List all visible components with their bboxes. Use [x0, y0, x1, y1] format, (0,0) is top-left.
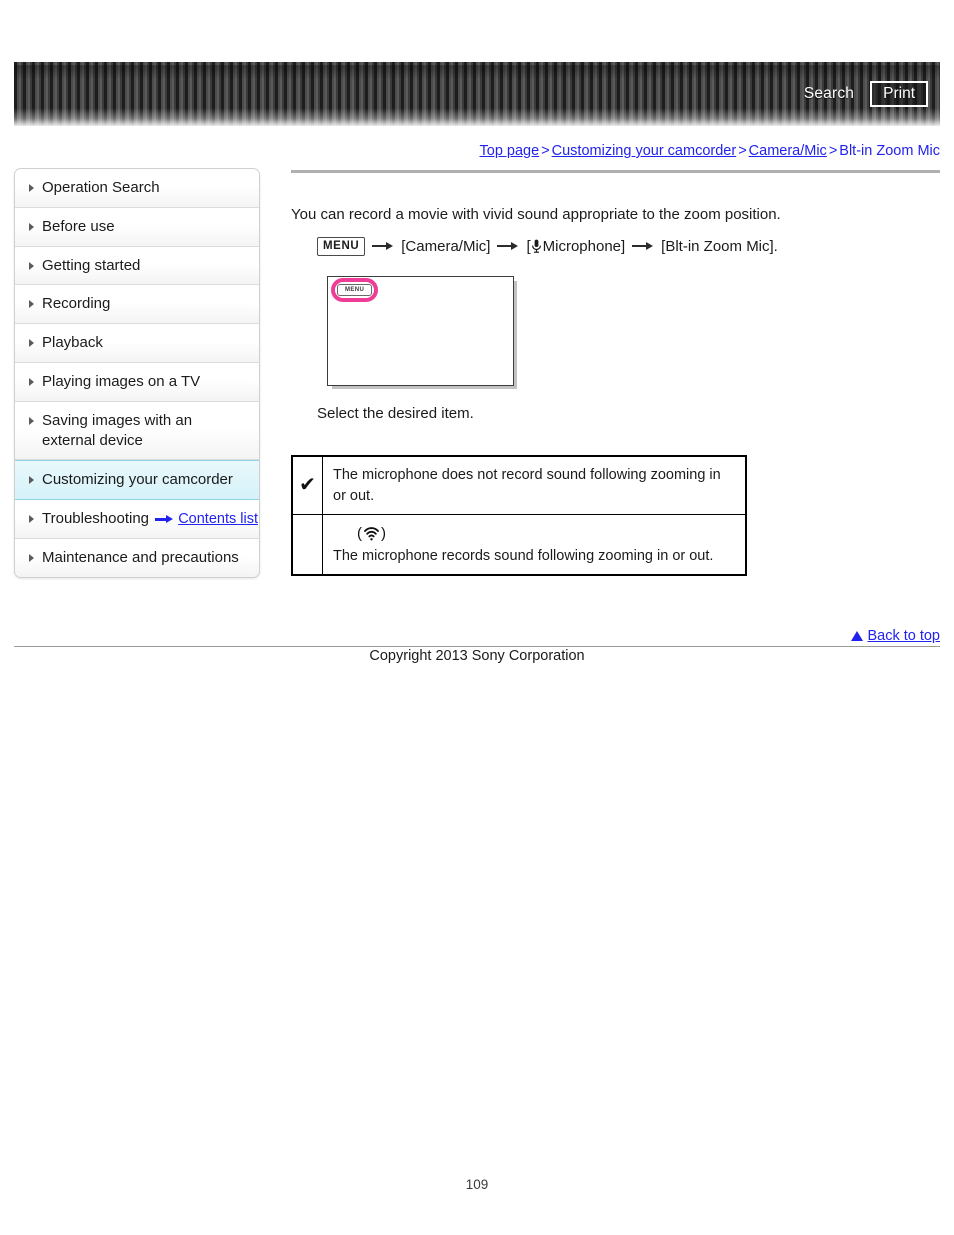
- sidebar-item-label: Operation Search: [42, 179, 160, 196]
- selected-checkmark-icon: [291, 513, 323, 576]
- sidebar-item-label: Getting started: [42, 256, 141, 274]
- triangle-bullet-icon: [29, 222, 34, 231]
- sidebar-item-maintenance-and-precautions[interactable]: Maintenance and precautions: [15, 538, 259, 577]
- back-to-top-link[interactable]: Back to top: [851, 628, 940, 644]
- breadcrumb-separator: >: [738, 143, 747, 159]
- breadcrumb-separator: >: [828, 143, 838, 159]
- sidebar-item-customizing-your-camcorder[interactable]: Customizing your camcorder: [15, 460, 259, 501]
- print-button[interactable]: Print: [870, 80, 928, 108]
- select-caption: Select the desired item.: [317, 404, 474, 422]
- contents-list-link[interactable]: Contents list: [14, 511, 258, 527]
- sidebar-item-before-use[interactable]: Before use: [15, 207, 259, 247]
- sidebar-item-label: Maintenance and precautions: [42, 548, 239, 566]
- triangle-bullet-icon: [29, 300, 34, 309]
- arrow-right-icon: [155, 514, 174, 524]
- menu-path-step-blt-in-zoom-mic: [Blt-in Zoom Mic].: [661, 237, 778, 255]
- triangle-bullet-icon: [29, 339, 34, 348]
- triangle-bullet-icon: [29, 416, 34, 425]
- main-content: You can record a movie with vivid sound …: [291, 170, 940, 576]
- sidebar-item-getting-started[interactable]: Getting started: [15, 246, 259, 286]
- selected-checkmark-icon: ✔: [291, 455, 323, 515]
- page-number: 109: [465, 1177, 489, 1192]
- intro-text: You can record a movie with vivid sound …: [291, 206, 781, 223]
- triangle-bullet-icon: [29, 476, 34, 485]
- breadcrumb-item-customizing-your-camcorder[interactable]: Customizing your camcorder: [552, 143, 737, 159]
- microphone-icon: [531, 239, 541, 253]
- menu-button-chip: MENU: [317, 237, 366, 256]
- paren-close-icon: ): [381, 525, 386, 543]
- sidebar-item-label: Saving images with an external device: [42, 411, 193, 449]
- back-to-top-label: Back to top: [867, 628, 940, 644]
- copyright-text: Copyright 2013 Sony Corporation: [369, 648, 585, 664]
- triangle-bullet-icon: [29, 261, 34, 270]
- option-cell: ( ) The microphone records sound followi…: [322, 513, 747, 576]
- arrow-right-icon: [632, 240, 654, 252]
- option-description: The microphone does not record sound fol…: [322, 455, 747, 515]
- sidebar-item-recording[interactable]: Recording: [15, 285, 259, 325]
- arrow-right-icon: [497, 240, 519, 252]
- table-row[interactable]: ( ) The microphone records sound followi…: [291, 513, 747, 576]
- menu-path-step-microphone: [Microphone]: [526, 238, 625, 255]
- table-row[interactable]: ✔ The microphone does not record sound f…: [291, 455, 747, 515]
- breadcrumb-separator: >: [541, 143, 550, 159]
- zoom-mic-icon: ( ): [357, 526, 386, 541]
- screen-illustration: MENU: [327, 275, 514, 386]
- breadcrumb-item-top-page[interactable]: Top page: [480, 143, 540, 159]
- arrow-right-icon: [372, 240, 394, 252]
- sidebar-item-label: Recording: [42, 295, 111, 313]
- triangle-bullet-icon: [29, 377, 34, 386]
- search-link[interactable]: Search: [804, 85, 854, 103]
- breadcrumb-item-camera-mic[interactable]: Camera/Mic: [749, 143, 827, 159]
- sidebar-item-label: Customizing your camcorder: [42, 471, 233, 489]
- menu-path-step-camera-mic: [Camera/Mic]: [401, 237, 491, 255]
- menu-highlight-outline: [331, 277, 378, 302]
- footer-divider: [14, 646, 940, 647]
- triangle-bullet-icon: [29, 184, 34, 192]
- menu-path: MENU [Camera/Mic] [Microphone] [Blt-in Z…: [317, 237, 940, 256]
- sidebar-item-label: Before use: [42, 217, 115, 235]
- zoom-mic-icon-line: ( ): [357, 523, 737, 545]
- contents-list-label: Contents list: [178, 511, 258, 527]
- triangle-bullet-icon: [29, 553, 34, 562]
- breadcrumb: Top page > Customizing your camcorder > Came…: [480, 143, 941, 159]
- sidebar-item-saving-images-with-an-external-device[interactable]: Saving images with an external device: [15, 401, 259, 461]
- content-divider: [291, 170, 940, 173]
- sidebar-item-label: Playing images on a TV: [42, 372, 201, 390]
- option-description: The microphone records sound following z…: [333, 547, 714, 564]
- zoom-mic-waves-icon: [364, 527, 379, 541]
- sidebar-item-playback[interactable]: Playback: [15, 324, 259, 363]
- sidebar-item-operation-search[interactable]: Operation Search: [15, 169, 259, 208]
- microphone-label: Microphone]: [542, 237, 626, 255]
- breadcrumb-item-blt-in-zoom-mic: Blt-in Zoom Mic: [839, 143, 940, 159]
- header-actions: Search Print: [804, 62, 928, 126]
- sidebar-item-label: Playback: [42, 334, 103, 352]
- options-table: ✔ The microphone does not record sound f…: [291, 454, 747, 576]
- sidebar-item-playing-images-on-a-tv[interactable]: Playing images on a TV: [15, 362, 259, 402]
- paren-open-icon: (: [357, 525, 362, 543]
- triangle-up-icon: [851, 631, 864, 641]
- header-banner: Search Print: [14, 62, 940, 126]
